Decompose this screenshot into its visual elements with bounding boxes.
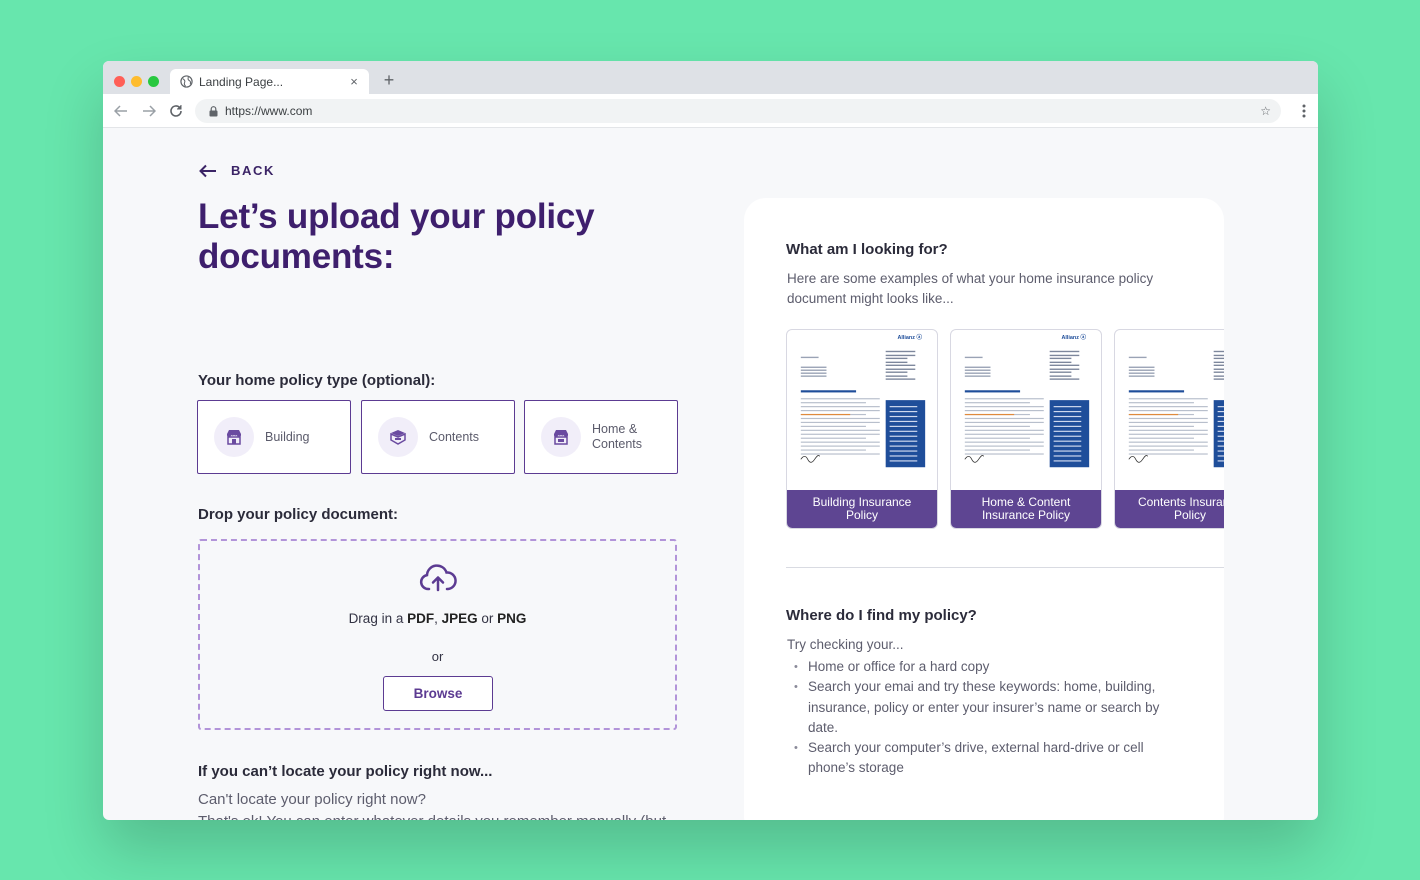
format-jpeg: JPEG <box>441 611 478 626</box>
browser-reload-button[interactable] <box>167 102 185 120</box>
kebab-menu-icon[interactable] <box>1302 103 1306 119</box>
tab-bar: Landing Page... × + <box>103 61 1318 94</box>
maximize-window-button[interactable] <box>148 76 159 87</box>
policy-type-label: Contents <box>429 429 480 444</box>
page-content: BACK Let’s upload your policy documents:… <box>103 128 1318 820</box>
minimize-window-button[interactable] <box>131 76 142 87</box>
arrow-left-icon <box>114 105 127 117</box>
cant-locate-line: That's ok! You can enter whatever detail… <box>198 811 678 820</box>
policy-type-building-option[interactable]: Building <box>197 400 351 474</box>
document-thumbnail: Allianz ⓐ <box>964 333 1090 468</box>
tab-close-icon[interactable]: × <box>347 74 361 89</box>
sample-documents-carousel[interactable]: Allianz ⓐ Building Insurance Policy Alli… <box>786 329 1224 531</box>
tab-title: Landing Page... <box>199 74 284 89</box>
file-dropzone[interactable]: Drag in a PDF, JPEG or PNG or Browse <box>198 539 677 730</box>
cloud-upload-icon <box>419 564 457 592</box>
reload-icon <box>170 105 182 117</box>
new-tab-button[interactable]: + <box>381 71 397 89</box>
insurer-logo: Allianz ⓐ <box>1062 333 1087 341</box>
format-pdf: PDF <box>407 611 435 626</box>
document-thumbnail: Allianz ⓐ <box>1128 350 1224 468</box>
policy-type-contents-option[interactable]: Contents <box>361 400 515 474</box>
divider <box>786 567 1224 568</box>
list-item: Search your computer’s drive, external h… <box>794 738 1174 779</box>
drop-document-label: Drop your policy document: <box>198 506 399 523</box>
or-separator: or <box>431 649 444 664</box>
back-label: BACK <box>231 163 275 178</box>
sample-caption: Contents Insurance Policy <box>1115 490 1224 528</box>
list-item: Home or office for a hard copy <box>794 657 1174 678</box>
cant-locate-line: Can't locate your policy right now? <box>198 791 426 808</box>
policy-type-label: Your home policy type (optional): <box>198 372 436 389</box>
lock-icon <box>209 105 218 116</box>
list-item: Search your emai and try these keywords:… <box>794 677 1174 738</box>
find-policy-list: Home or office for a hard copy Search yo… <box>794 657 1174 779</box>
looking-for-intro: Here are some examples of what your home… <box>787 271 1154 306</box>
format-png: PNG <box>497 611 527 626</box>
bookmark-star-icon[interactable]: ☆ <box>1260 104 1271 118</box>
browse-button[interactable]: Browse <box>383 676 493 711</box>
sample-caption: Home & Content Insurance Policy <box>951 490 1101 528</box>
globe-icon <box>180 75 193 88</box>
policy-type-label: Home & Contents <box>592 422 643 451</box>
back-link[interactable]: BACK <box>199 163 275 178</box>
sample-document-card[interactable]: Allianz ⓐ Home & Content Insurance Polic… <box>950 329 1102 529</box>
page-title: Let’s upload your policy documents: <box>198 197 595 276</box>
browser-toolbar: https://www.com ☆ <box>103 94 1318 128</box>
sample-caption: Building Insurance Policy <box>787 490 937 528</box>
drag-instructions: Drag in a PDF, JPEG or PNG <box>348 611 527 626</box>
help-panel: What am I looking for? Here are some exa… <box>744 198 1224 820</box>
cant-locate-title: If you can’t locate your policy right no… <box>198 763 493 780</box>
cant-locate-body: Can't locate your policy right now? That… <box>198 789 678 820</box>
policy-type-label: Building <box>265 429 310 444</box>
insurer-logo: Allianz ⓐ <box>898 333 923 341</box>
arrow-left-icon <box>199 164 216 177</box>
sample-document-card[interactable]: Allianz ⓐ Building Insurance Policy <box>786 329 938 529</box>
find-policy-intro: Try checking your... <box>787 637 904 652</box>
url-text: https://www.com <box>225 104 313 118</box>
policy-type-home-contents-option[interactable]: Home & Contents <box>524 400 678 474</box>
browser-forward-button[interactable] <box>140 102 158 120</box>
document-thumbnail: Allianz ⓐ <box>800 333 926 468</box>
contents-box-icon <box>390 430 406 445</box>
browser-window: Landing Page... × + https://www.com ☆ BA… <box>103 61 1318 820</box>
sample-document-card[interactable]: Allianz ⓐ Contents Insurance Policy <box>1114 329 1224 529</box>
find-policy-title: Where do I find my policy? <box>786 607 977 624</box>
home-contents-icon <box>554 430 568 445</box>
address-bar[interactable]: https://www.com ☆ <box>195 99 1281 123</box>
building-icon <box>227 430 241 445</box>
looking-for-title: What am I looking for? <box>786 241 948 258</box>
close-window-button[interactable] <box>114 76 125 87</box>
browser-tab[interactable]: Landing Page... × <box>170 69 369 94</box>
arrow-right-icon <box>143 105 156 117</box>
browser-back-button[interactable] <box>112 102 130 120</box>
